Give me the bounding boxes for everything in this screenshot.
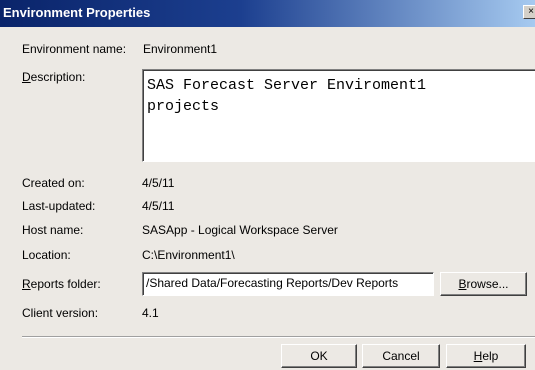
separator bbox=[22, 336, 535, 338]
ok-button[interactable]: OK bbox=[281, 344, 357, 368]
dialog-title: Environment Properties bbox=[3, 5, 151, 20]
help-button[interactable]: Help bbox=[446, 344, 526, 368]
environment-name-label: Environment name: bbox=[22, 42, 127, 56]
client-version-value: 4.1 bbox=[142, 306, 159, 320]
location-value: C:\Environment1\ bbox=[142, 248, 235, 262]
client-version-label: Client version: bbox=[22, 306, 99, 320]
host-name-label: Host name: bbox=[22, 223, 84, 237]
last-updated-label: Last-updated: bbox=[22, 199, 96, 213]
cancel-button[interactable]: Cancel bbox=[362, 344, 440, 368]
created-on-label: Created on: bbox=[22, 176, 85, 190]
browse-button[interactable]: Browse... bbox=[440, 272, 527, 296]
environment-name-value: Environment1 bbox=[143, 42, 218, 56]
host-name-value: SASApp - Logical Workspace Server bbox=[142, 223, 338, 237]
created-on-value: 4/5/11 bbox=[142, 176, 175, 190]
last-updated-value: 4/5/11 bbox=[142, 199, 175, 213]
reports-folder-label: Reports folder: bbox=[22, 277, 101, 291]
title-bar[interactable]: Environment Properties × bbox=[0, 0, 535, 27]
reports-folder-input[interactable]: /Shared Data/Forecasting Reports/Dev Rep… bbox=[142, 272, 434, 296]
environment-properties-dialog: Environment Properties × Environment nam… bbox=[0, 0, 535, 370]
description-textarea[interactable]: SAS Forecast Server Enviroment1 projects bbox=[142, 69, 535, 162]
close-icon[interactable]: × bbox=[523, 5, 535, 19]
location-label: Location: bbox=[22, 248, 71, 262]
description-label: Description: bbox=[22, 70, 86, 84]
